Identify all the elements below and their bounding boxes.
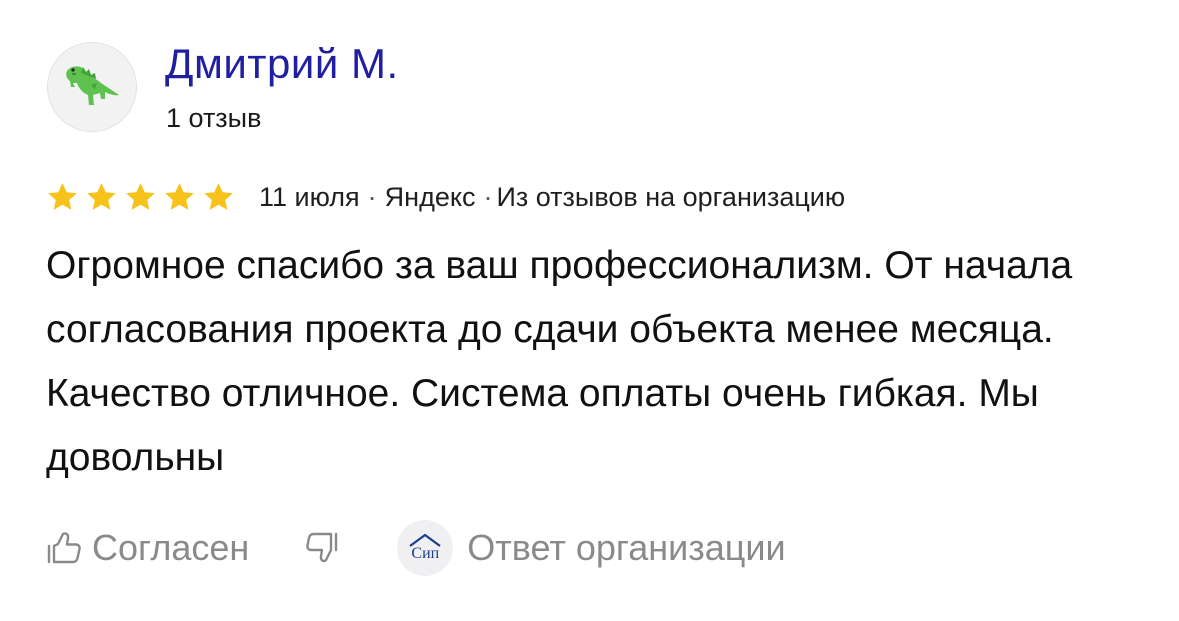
star-icon <box>165 182 194 210</box>
agree-label: Согласен <box>92 527 250 568</box>
review-meta: 11 июля · Яндекс · Из отзывов на организ… <box>46 177 845 217</box>
meta-separator: · <box>367 181 377 212</box>
disagree-button[interactable] <box>249 530 339 566</box>
rating-stars <box>46 181 235 214</box>
organization-logo-text: Сип <box>411 545 440 562</box>
organization-logo: Сип <box>397 520 454 576</box>
avatar[interactable] <box>47 42 137 132</box>
thumbs-up-icon <box>47 532 81 564</box>
star-icon <box>204 182 233 210</box>
author-name[interactable]: Дмитрий М. <box>165 40 399 88</box>
meta-separator: · <box>483 181 493 212</box>
review-date: 11 июля <box>259 181 360 212</box>
star-icon <box>87 182 116 210</box>
star-icon <box>126 182 155 210</box>
organization-reply-label: Ответ организации <box>467 527 786 568</box>
agree-button[interactable]: Согласен <box>46 527 249 569</box>
author-reviews-count[interactable]: 1 отзыв <box>166 103 261 134</box>
organization-reply-button[interactable]: Сип Ответ организации <box>339 520 786 576</box>
dinosaur-icon <box>66 66 119 105</box>
star-icon <box>48 182 77 210</box>
review-origin: Из отзывов на организацию <box>496 181 846 212</box>
thumbs-down-icon <box>306 532 338 563</box>
review-text: Огромное спасибо за ваш профессионализм.… <box>46 244 1073 479</box>
review-source: Яндекс <box>384 181 476 212</box>
review-actions: Согласен Сип Ответ организации <box>46 518 786 578</box>
